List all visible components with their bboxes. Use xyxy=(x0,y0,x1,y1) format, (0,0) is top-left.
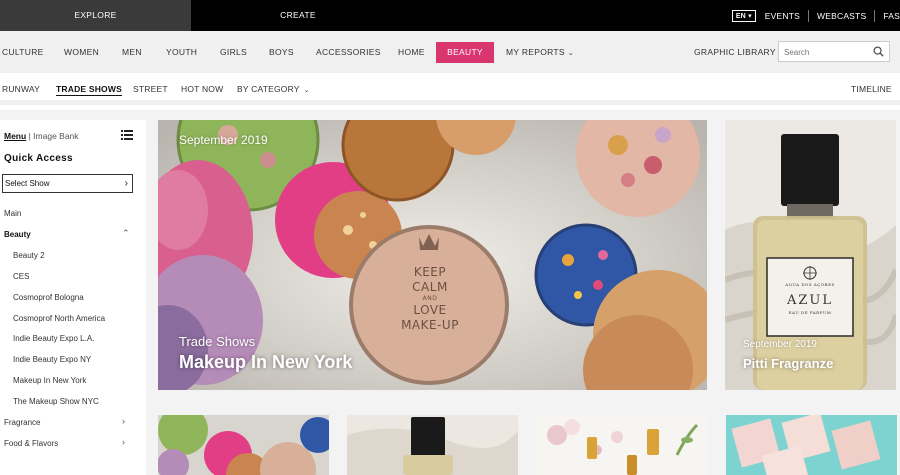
bottle-label: AQUA DOS AÇORES AZUL EAU DE PARFUM xyxy=(767,282,853,315)
keep-calm-text: KEEP CALM AND LOVE MAKE-UP xyxy=(385,265,475,333)
select-show-dropdown[interactable]: Select Show › xyxy=(2,174,133,193)
nav-home[interactable]: HOME xyxy=(398,42,425,63)
chevron-down-icon: ⌄ xyxy=(567,50,575,57)
sidebar-item-main[interactable]: Main xyxy=(4,209,21,218)
hero-image xyxy=(158,120,707,390)
sidebar-item-makeup-in-new-york[interactable]: Makeup In New York xyxy=(13,376,86,385)
sidebar-item-beauty[interactable]: Beauty xyxy=(4,230,31,239)
image-bank-tab[interactable]: Image Bank xyxy=(33,131,78,141)
tab-explore[interactable]: EXPLORE xyxy=(0,0,191,31)
sub-nav: RUNWAY TRADE SHOWS STREET HOT NOW BY CAT… xyxy=(0,73,900,105)
tab-create[interactable]: CREATE xyxy=(191,0,405,31)
sidebar-item-food-flavors[interactable]: Food & Flavors xyxy=(4,439,58,448)
subnav-street[interactable]: STREET xyxy=(133,84,168,94)
nav-girls[interactable]: GIRLS xyxy=(220,42,247,63)
list-menu-icon[interactable] xyxy=(121,130,133,140)
keep-calm-line-1: KEEP xyxy=(413,265,447,279)
thumbnail-perfume-bottle[interactable] xyxy=(347,415,518,475)
select-show-label: Select Show xyxy=(5,179,50,188)
webcasts-link[interactable]: WEBCASTS xyxy=(808,9,874,22)
floral-thumbnail-image xyxy=(537,415,708,475)
hero-date: September 2019 xyxy=(179,133,268,147)
chevron-right-icon[interactable]: › xyxy=(122,437,125,447)
bottle-sub: EAU DE PARFUM xyxy=(788,310,832,315)
nav-my-reports[interactable]: MY REPORTS ⌄ xyxy=(506,42,574,63)
keep-calm-line-4: LOVE xyxy=(413,303,447,317)
nav-beauty[interactable]: BEAUTY xyxy=(436,42,494,63)
top-bar: EXPLORE CREATE EN ▾ EVENTS WEBCASTS FAS xyxy=(0,0,900,31)
thumbnail-floral-perfumes[interactable] xyxy=(537,415,708,475)
keep-calm-line-2: CALM xyxy=(412,280,448,294)
hero-title: Makeup In New York xyxy=(179,352,353,372)
nav-boys[interactable]: BOYS xyxy=(269,42,294,63)
sidebar-item-cosmoprof-bologna[interactable]: Cosmoprof Bologna xyxy=(13,293,84,302)
sidebar-item-indie-beauty-la[interactable]: Indie Beauty Expo L.A. xyxy=(13,334,94,343)
fashion-link[interactable]: FAS xyxy=(874,9,900,22)
sidebar-item-fragrance[interactable]: Fragrance xyxy=(4,418,40,427)
tile-pitti-fragranze[interactable]: AQUA DOS AÇORES AZUL EAU DE PARFUM Septe… xyxy=(725,120,896,390)
sidebar-item-beauty-2[interactable]: Beauty 2 xyxy=(13,251,45,260)
menu-tab[interactable]: Menu xyxy=(4,131,26,141)
subnav-timeline[interactable]: TIMELINE xyxy=(851,84,892,94)
keep-calm-line-5: MAKE-UP xyxy=(401,318,459,332)
sidebar-item-indie-beauty-ny[interactable]: Indie Beauty Expo NY xyxy=(13,355,91,364)
sidebar-item-the-makeup-show-nyc[interactable]: The Makeup Show NYC xyxy=(13,397,99,406)
nav-accessories[interactable]: ACCESSORIES xyxy=(316,42,381,63)
main-nav: CULTURE WOMEN MEN YOUTH GIRLS BOYS ACCES… xyxy=(0,31,900,73)
nav-culture[interactable]: CULTURE xyxy=(2,42,44,63)
quick-access-title: Quick Access xyxy=(4,153,73,164)
nav-men[interactable]: MEN xyxy=(122,42,142,63)
top-right-links: EN ▾ EVENTS WEBCASTS FAS xyxy=(731,0,900,31)
sidebar: Menu | Image Bank Quick Access Select Sh… xyxy=(0,120,146,475)
keep-calm-line-3: AND xyxy=(422,295,438,302)
nav-my-reports-label: MY REPORTS xyxy=(506,47,565,57)
hero-tile-makeup-in-new-york[interactable]: KEEP CALM AND LOVE MAKE-UP September 201… xyxy=(158,120,707,390)
chevron-down-icon: ⌄ xyxy=(303,87,310,94)
subnav-hot-now[interactable]: HOT NOW xyxy=(181,84,223,94)
compacts-thumbnail-image xyxy=(158,415,329,475)
perfume-thumbnail-image xyxy=(347,415,518,475)
nav-youth[interactable]: YOUTH xyxy=(166,42,197,63)
search-box xyxy=(778,41,890,62)
subnav-trade-shows[interactable]: TRADE SHOWS xyxy=(56,84,122,96)
side-tile-title: Pitti Fragranze xyxy=(743,356,834,371)
menu-separator: | xyxy=(28,131,31,141)
hero-kicker: Trade Shows xyxy=(179,334,256,349)
search-input[interactable] xyxy=(779,43,865,62)
chevron-right-icon: › xyxy=(124,178,128,189)
subnav-by-category-label: BY CATEGORY xyxy=(237,84,300,94)
subnav-runway[interactable]: RUNWAY xyxy=(2,84,40,94)
bottle-brand: AQUA DOS AÇORES xyxy=(785,282,835,287)
events-link[interactable]: EVENTS xyxy=(765,10,808,22)
sidebar-menu-header: Menu | Image Bank xyxy=(4,131,79,141)
thumbnail-pastel-packaging[interactable] xyxy=(726,415,897,475)
language-selector[interactable]: EN ▾ xyxy=(731,9,756,22)
bottle-name: AZUL xyxy=(786,293,833,308)
chevron-right-icon[interactable]: › xyxy=(122,416,125,426)
search-icon[interactable] xyxy=(873,46,884,57)
sidebar-item-ces[interactable]: CES xyxy=(13,272,29,281)
graphic-library-link[interactable]: GRAPHIC LIBRARY xyxy=(694,42,776,63)
subnav-by-category[interactable]: BY CATEGORY ⌄ xyxy=(237,84,310,94)
side-tile-date: September 2019 xyxy=(743,339,817,350)
chevron-up-icon[interactable]: ⌃ xyxy=(122,228,130,239)
sidebar-item-cosmoprof-north-america[interactable]: Cosmoprof North America xyxy=(13,314,105,323)
thumbnail-makeup-compacts[interactable] xyxy=(158,415,329,475)
nav-women[interactable]: WOMEN xyxy=(64,42,99,63)
packaging-thumbnail-image xyxy=(726,415,897,475)
